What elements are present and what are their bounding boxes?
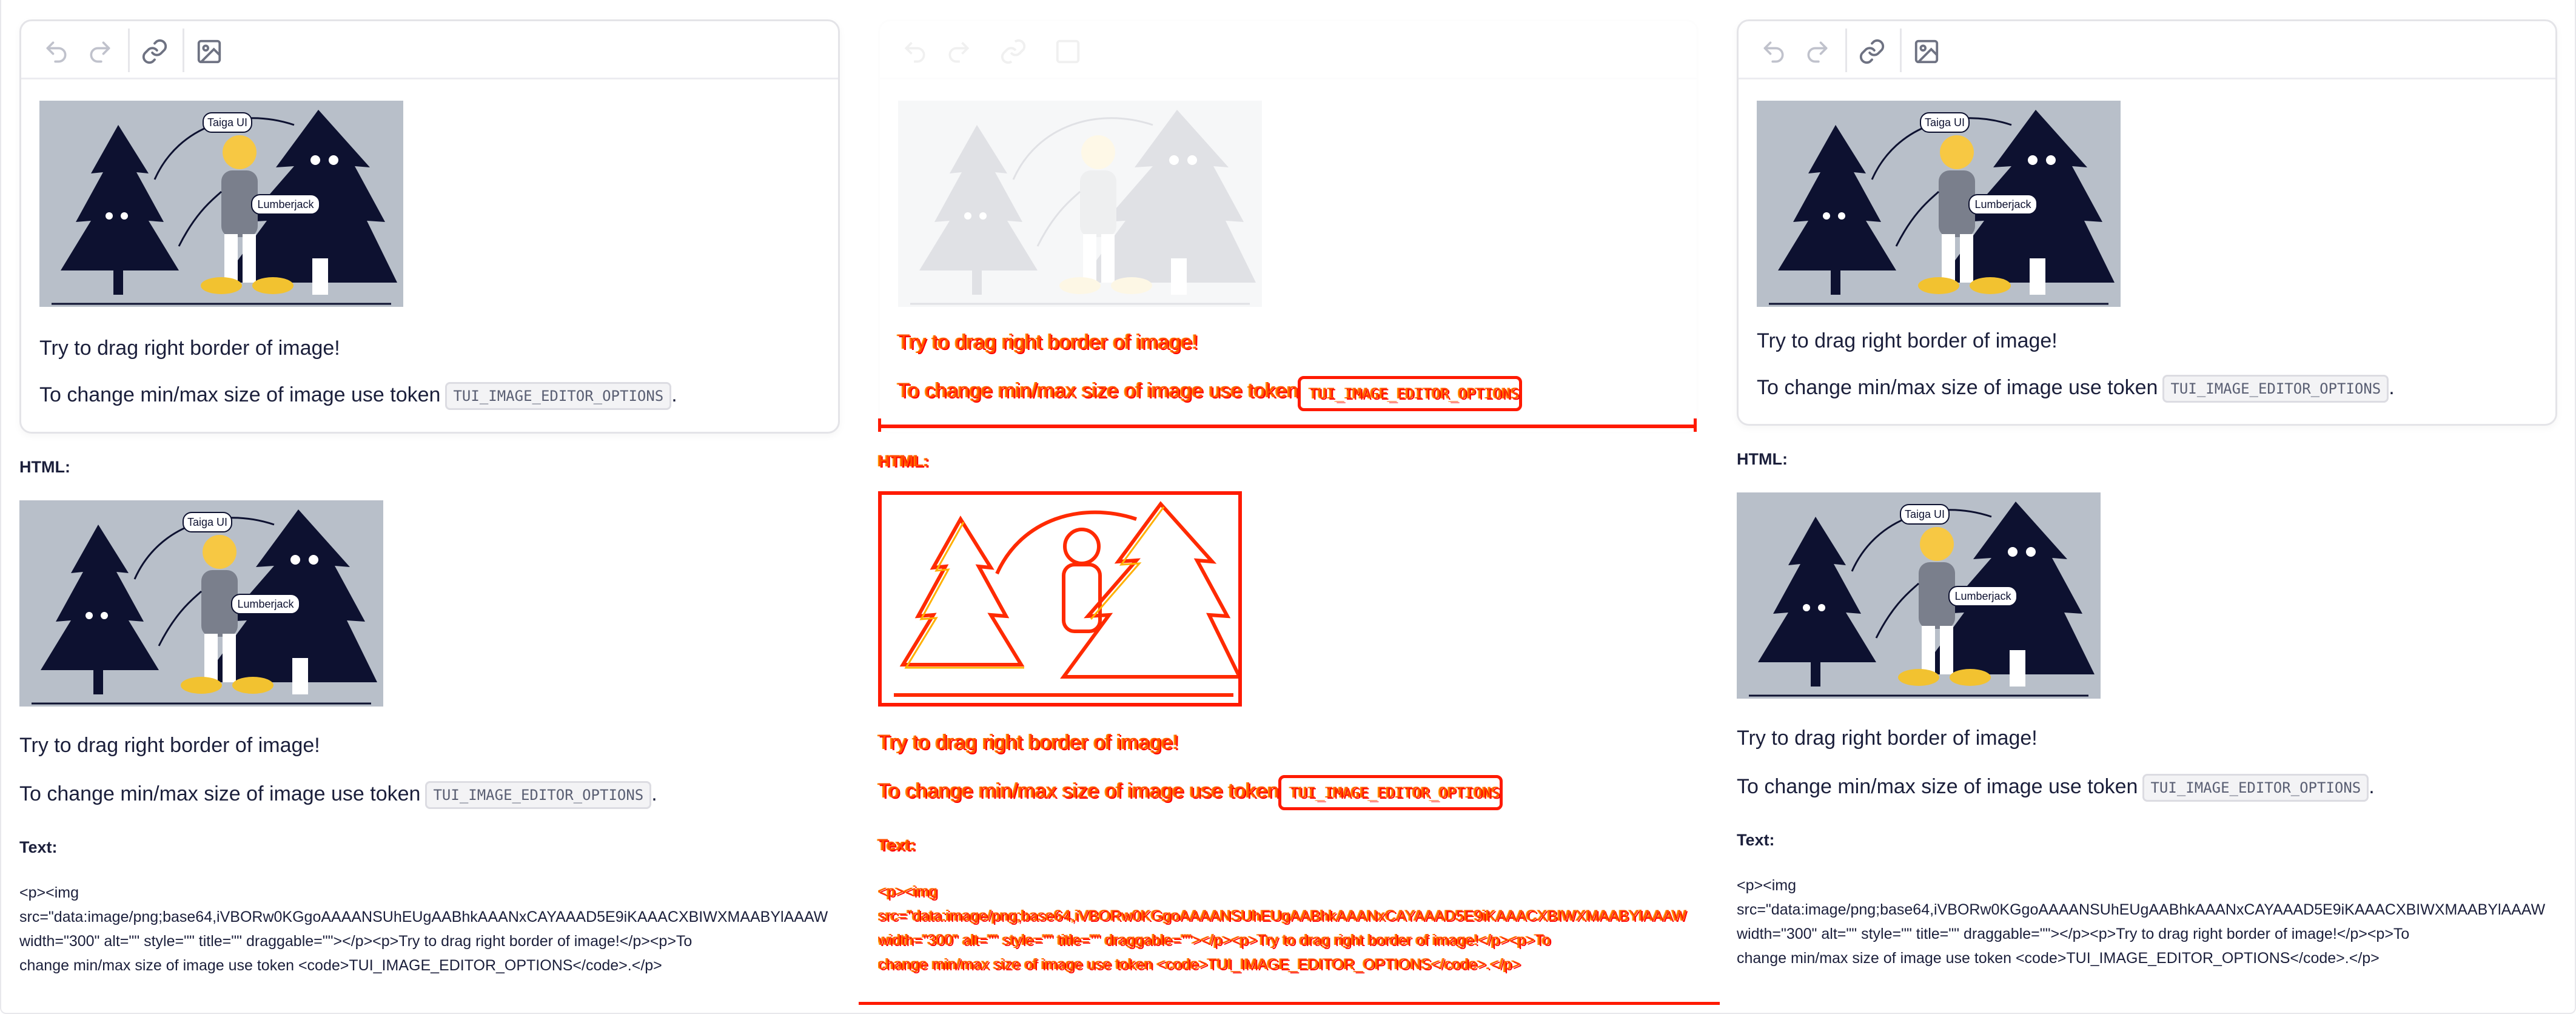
diff-bottom (859, 1002, 1720, 1005)
token-code: TUI_IMAGE_EDITOR_OPTIONS (425, 781, 652, 809)
toolbar-divider (183, 29, 184, 72)
image-editor (878, 19, 1699, 434)
text-output: <p><img src="data:image/png;base64,iVBOR… (19, 881, 856, 978)
paragraph-drag-hint: Try to drag right border of image! (1757, 329, 2058, 352)
diff-tick (1694, 418, 1697, 432)
paragraph-token-text: To change min/max size of image use toke… (878, 779, 1280, 802)
paragraph-drag-hint: Try to drag right border of image! (39, 337, 340, 360)
image-editor[interactable]: Taiga UI Lumberjack Try to drag right bo… (19, 19, 840, 434)
illustration-label-taiga: Taiga UI (187, 516, 227, 528)
editor-image (898, 101, 1262, 307)
paragraph-period: . (651, 782, 657, 805)
diff-html-token-hint: To change min/max size of image use toke… (878, 779, 1279, 803)
panel-actual: Taiga UI Lumberjack Try to drag right bo… (1737, 0, 2576, 1001)
illustration-label-lumberjack: Lumberjack (237, 598, 294, 610)
token-code: TUI_IMAGE_EDITOR_OPTIONS (2142, 774, 2369, 802)
toolbar-divider (128, 29, 130, 72)
html-preview-image: Taiga UI Lumberjack (1737, 492, 2101, 699)
token-code: TUI_IMAGE_EDITOR_OPTIONS (445, 382, 672, 410)
text-output-line: change min/max size of image use token <… (19, 957, 662, 974)
image-icon[interactable] (1908, 33, 1945, 70)
html-preview-drag-hint: Try to drag right border of image! (19, 734, 320, 757)
paragraph-token-text: To change min/max size of image use toke… (1737, 774, 2138, 798)
text-output-line: <p><img (19, 884, 79, 901)
image-editor[interactable]: Taiga UI Lumberjack Try to drag right bo… (1737, 19, 2557, 426)
html-preview-drag-hint: Try to drag right border of image! (1737, 727, 2038, 750)
text-output-line: width="300" alt="" style="" title="" dra… (19, 933, 693, 950)
link-icon[interactable] (136, 33, 173, 70)
undo-icon[interactable] (1756, 33, 1792, 70)
image-icon[interactable] (191, 33, 227, 70)
diff-text-output: <p><img src="data:image/png;base64,iVBOR… (878, 879, 1721, 976)
paragraph-token-text: To change min/max size of image use toke… (897, 379, 1299, 402)
html-label: HTML: (878, 452, 929, 470)
paragraph-token-hint: To change min/max size of image use toke… (39, 382, 677, 410)
text-output-line: <p><img (878, 883, 937, 900)
text-label: Text: (878, 836, 916, 854)
html-label: HTML: (1737, 450, 1788, 468)
text-label: Text: (19, 838, 58, 856)
paragraph-token-text: To change min/max size of image use toke… (39, 383, 441, 406)
text-output-line: change min/max size of image use token <… (878, 956, 1521, 973)
panel-expected: Taiga UI Lumberjack Try to drag right bo… (19, 0, 862, 1001)
text-output-line: width="300" alt="" style="" title="" dra… (1737, 925, 2410, 942)
token-code: TUI_IMAGE_EDITOR_OPTIONS (1290, 784, 1500, 801)
illustration-label-lumberjack: Lumberjack (1954, 590, 2011, 602)
undo-icon (897, 33, 933, 70)
diff-drag-hint: Try to drag right border of image! (897, 331, 1198, 354)
illustration-label-lumberjack: Lumberjack (257, 198, 314, 210)
html-preview-token-hint: To change min/max size of image use toke… (1737, 774, 2375, 802)
diff-editor-bottom (878, 425, 1697, 428)
editor-toolbar (880, 21, 1697, 79)
paragraph-period: . (2369, 774, 2375, 798)
paragraph-period: . (671, 383, 677, 406)
text-output-line: width="300" alt="" style="" title="" dra… (878, 932, 1551, 949)
html-preview-token-hint: To change min/max size of image use toke… (19, 781, 657, 809)
text-label: Text: (1737, 831, 1775, 849)
editor-toolbar (21, 21, 838, 79)
text-output-line: <p><img (1737, 877, 1796, 894)
diff-tick (878, 418, 881, 432)
html-label: HTML: (19, 458, 70, 476)
html-preview-image: Taiga UI Lumberjack (19, 500, 383, 707)
text-output-line: src="data:image/png;base64,iVBORw0KGgoAA… (19, 908, 828, 925)
editor-image[interactable]: Taiga UI Lumberjack (39, 101, 403, 307)
token-code: TUI_IMAGE_EDITOR_OPTIONS (2162, 375, 2389, 403)
illustration-label-taiga: Taiga UI (207, 116, 247, 129)
diff-html-token-box: TUI_IMAGE_EDITOR_OPTIONS (1278, 775, 1503, 810)
link-icon (995, 33, 1031, 70)
illustration-label-lumberjack: Lumberjack (1974, 198, 2031, 210)
paragraph-token-text: To change min/max size of image use toke… (19, 782, 421, 805)
diff-html-drag-hint: Try to drag right border of image! (878, 731, 1179, 754)
paragraph-period: . (2389, 375, 2395, 399)
image-icon (1050, 33, 1086, 70)
panel-diff: Try to drag right border of image! To ch… (859, 0, 1721, 1005)
toolbar-divider (1845, 29, 1847, 72)
editor-image[interactable]: Taiga UI Lumberjack (1757, 101, 2121, 307)
illustration-label-taiga: Taiga UI (1925, 116, 1965, 129)
undo-icon[interactable] (38, 33, 75, 70)
toolbar-divider (1900, 29, 1902, 72)
redo-icon (941, 33, 977, 70)
diff-html-image (878, 491, 1242, 707)
paragraph-token-text: To change min/max size of image use toke… (1757, 375, 2158, 399)
text-output-line: src="data:image/png;base64,iVBORw0KGgoAA… (1737, 901, 2546, 918)
editor-toolbar (1739, 21, 2555, 79)
paragraph-token-hint: To change min/max size of image use toke… (1757, 375, 2395, 403)
text-output-line: src="data:image/png;base64,iVBORw0KGgoAA… (878, 907, 1687, 924)
text-output-line: change min/max size of image use token <… (1737, 950, 2380, 967)
diff-token-box: TUI_IMAGE_EDITOR_OPTIONS (1298, 376, 1522, 411)
diff-token-hint: To change min/max size of image use toke… (897, 379, 1298, 403)
link-icon[interactable] (1854, 33, 1890, 70)
illustration-label-taiga: Taiga UI (1905, 508, 1945, 520)
text-output: <p><img src="data:image/png;base64,iVBOR… (1737, 873, 2574, 970)
token-code: TUI_IMAGE_EDITOR_OPTIONS (1309, 385, 1520, 402)
redo-icon[interactable] (1799, 33, 1836, 70)
redo-icon[interactable] (82, 33, 118, 70)
